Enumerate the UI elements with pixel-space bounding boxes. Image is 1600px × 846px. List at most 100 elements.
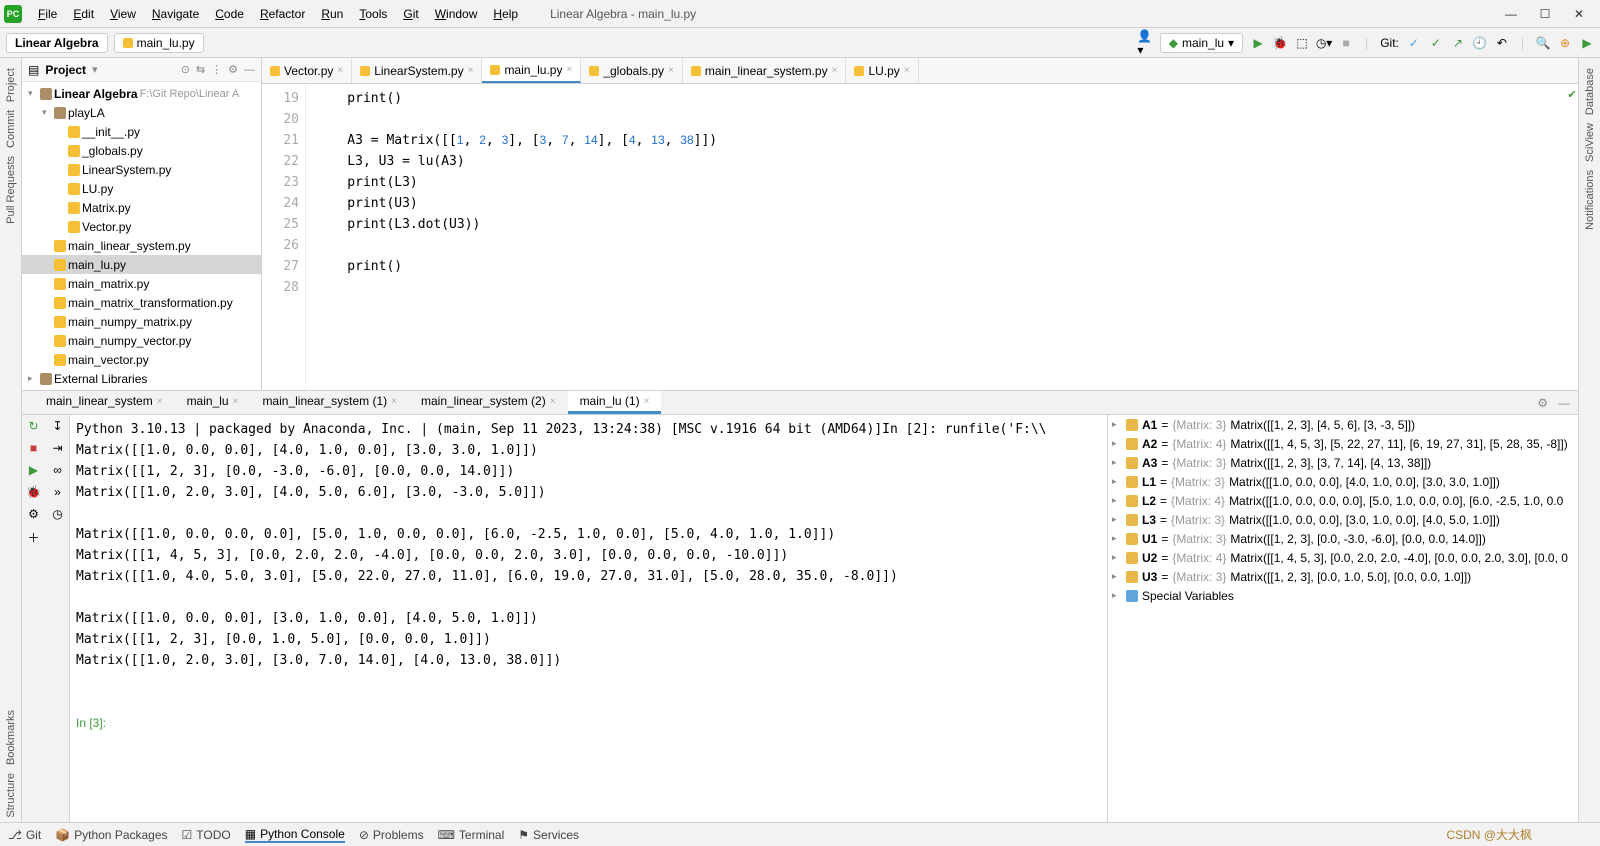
variable-row[interactable]: ▸ A2 = {Matrix: 4} Matrix([[1, 4, 5, 3],… <box>1108 434 1578 453</box>
menu-refactor[interactable]: Refactor <box>252 7 313 21</box>
console-tab[interactable]: main_linear_system× <box>34 391 175 414</box>
soft-wrap-icon[interactable]: ↧ <box>52 419 62 433</box>
tree-item[interactable]: Matrix.py <box>22 198 261 217</box>
git-push-icon[interactable]: ↗ <box>1451 36 1465 50</box>
menu-tools[interactable]: Tools <box>351 7 395 21</box>
hide-icon[interactable]: — <box>244 64 255 76</box>
close-icon[interactable]: × <box>550 396 556 407</box>
close-icon[interactable]: × <box>566 64 572 75</box>
run-icon[interactable]: ▶ <box>1251 36 1265 50</box>
collapse-icon[interactable]: ⋮ <box>211 63 222 76</box>
console-tab[interactable]: main_linear_system (1)× <box>250 391 409 414</box>
help-icon[interactable]: ∞ <box>53 463 62 477</box>
git-rollback-icon[interactable]: ↶ <box>1495 36 1509 50</box>
tree-item[interactable]: main_matrix.py <box>22 274 261 293</box>
menu-view[interactable]: View <box>102 7 144 21</box>
rerun-icon[interactable]: ↻ <box>28 419 38 433</box>
menu-run[interactable]: Run <box>313 7 351 21</box>
debug-icon[interactable]: 🐞 <box>26 485 41 499</box>
tree-item[interactable]: main_vector.py <box>22 350 261 369</box>
ide-settings-icon[interactable]: ⊕ <box>1558 36 1572 50</box>
close-icon[interactable]: × <box>468 65 474 76</box>
git-history-icon[interactable]: 🕘 <box>1473 36 1487 50</box>
menu-edit[interactable]: Edit <box>65 7 102 21</box>
tool-tab-commit[interactable]: Commit <box>5 106 17 152</box>
status-terminal[interactable]: ⌨Terminal <box>438 827 505 843</box>
tree-item[interactable]: _globals.py <box>22 141 261 160</box>
select-opened-icon[interactable]: ⊙ <box>181 63 190 76</box>
run-anything-icon[interactable]: ▶ <box>1580 36 1594 50</box>
scroll-end-icon[interactable]: ⇥ <box>52 441 62 455</box>
menu-file[interactable]: File <box>30 7 65 21</box>
console-tab[interactable]: main_lu (1)× <box>568 391 662 414</box>
debug-icon[interactable]: 🐞 <box>1273 36 1287 50</box>
tree-item[interactable]: ▸External Libraries <box>22 369 261 388</box>
tree-item[interactable]: __init__.py <box>22 122 261 141</box>
close-icon[interactable]: ✕ <box>1572 7 1586 21</box>
variable-row[interactable]: ▸ A3 = {Matrix: 3} Matrix([[1, 2, 3], [3… <box>1108 453 1578 472</box>
project-tree[interactable]: ▾Linear Algebra F:\Git Repo\Linear A▾pla… <box>22 82 261 390</box>
user-icon[interactable]: 👤▾ <box>1138 36 1152 50</box>
status-python-packages[interactable]: 📦Python Packages <box>55 827 167 843</box>
run-config-selector[interactable]: ◆ main_lu ▾ <box>1160 33 1243 53</box>
inspections-ok-icon[interactable]: ✔ <box>1567 88 1576 101</box>
editor-tab[interactable]: main_lu.py× <box>482 58 581 83</box>
close-icon[interactable]: × <box>904 65 910 76</box>
variables-panel[interactable]: ▸ A1 = {Matrix: 3} Matrix([[1, 2, 3], [4… <box>1108 415 1578 822</box>
minimize-icon[interactable]: — <box>1504 7 1518 21</box>
gear-icon[interactable]: ⚙ <box>228 63 238 76</box>
breadcrumb-project[interactable]: Linear Algebra <box>6 33 108 53</box>
variable-row[interactable]: ▸ A1 = {Matrix: 3} Matrix([[1, 2, 3], [4… <box>1108 415 1578 434</box>
variable-row[interactable]: ▸ L2 = {Matrix: 4} Matrix([[1.0, 0.0, 0.… <box>1108 491 1578 510</box>
close-icon[interactable]: × <box>233 396 239 407</box>
editor-tab[interactable]: _globals.py× <box>581 58 683 83</box>
status-git[interactable]: ⎇Git <box>8 827 41 843</box>
tool-tab-database[interactable]: Database <box>1584 64 1596 119</box>
tree-item[interactable]: Vector.py <box>22 217 261 236</box>
status-todo[interactable]: ☑TODO <box>182 827 231 843</box>
tool-tab-pull-requests[interactable]: Pull Requests <box>5 152 17 228</box>
tool-tab-notifications[interactable]: Notifications <box>1584 166 1596 234</box>
code-editor[interactable]: print() A3 = Matrix([[1, 2, 3], [3, 7, 1… <box>306 84 1566 390</box>
menu-help[interactable]: Help <box>485 7 526 21</box>
close-icon[interactable]: × <box>337 65 343 76</box>
console-tab[interactable]: main_lu× <box>175 391 251 414</box>
close-icon[interactable]: × <box>391 396 397 407</box>
tree-item[interactable]: main_numpy_vector.py <box>22 331 261 350</box>
profile-icon[interactable]: ◷▾ <box>1317 36 1331 50</box>
tree-item[interactable]: main_linear_system.py <box>22 236 261 255</box>
tree-item[interactable]: ▾Linear Algebra F:\Git Repo\Linear A <box>22 84 261 103</box>
status-python-console[interactable]: ▦Python Console <box>245 827 345 843</box>
history-icon[interactable]: » <box>54 485 61 499</box>
variable-row[interactable]: ▸ L1 = {Matrix: 3} Matrix([[1.0, 0.0, 0.… <box>1108 472 1578 491</box>
tool-tab-bookmarks[interactable]: Bookmarks <box>5 706 17 769</box>
variable-row[interactable]: ▸ U3 = {Matrix: 3} Matrix([[1, 2, 3], [0… <box>1108 567 1578 586</box>
tree-item[interactable]: LU.py <box>22 179 261 198</box>
editor-tab[interactable]: LinearSystem.py× <box>352 58 482 83</box>
gear-icon[interactable]: ⚙ <box>1537 396 1548 410</box>
editor-tab[interactable]: Vector.py× <box>262 58 352 83</box>
git-commit-icon[interactable]: ✓ <box>1429 36 1443 50</box>
tree-item[interactable]: ▾playLA <box>22 103 261 122</box>
tool-tab-sciview[interactable]: SciView <box>1584 119 1596 166</box>
menu-navigate[interactable]: Navigate <box>144 7 207 21</box>
status-problems[interactable]: ⊘Problems <box>359 827 424 843</box>
close-icon[interactable]: × <box>668 65 674 76</box>
menu-code[interactable]: Code <box>207 7 252 21</box>
git-update-icon[interactable]: ✓ <box>1407 36 1421 50</box>
search-icon[interactable]: 🔍 <box>1536 36 1550 50</box>
editor-tab[interactable]: LU.py× <box>846 58 918 83</box>
menu-window[interactable]: Window <box>427 7 486 21</box>
maximize-icon[interactable]: ☐ <box>1538 7 1552 21</box>
close-icon[interactable]: × <box>832 65 838 76</box>
breadcrumb-file[interactable]: main_lu.py <box>114 33 204 53</box>
tool-tab-project[interactable]: Project <box>5 64 17 106</box>
stop-icon[interactable]: ■ <box>1339 36 1353 50</box>
stop-icon[interactable]: ■ <box>30 441 37 455</box>
console-output[interactable]: Python 3.10.13 | packaged by Anaconda, I… <box>70 415 1108 822</box>
tree-item[interactable]: main_lu.py <box>22 255 261 274</box>
settings-icon[interactable]: ⚙ <box>28 507 39 521</box>
special-variables-row[interactable]: ▸ Special Variables <box>1108 586 1578 605</box>
tree-item[interactable]: main_numpy_matrix.py <box>22 312 261 331</box>
hide-icon[interactable]: — <box>1558 396 1570 410</box>
